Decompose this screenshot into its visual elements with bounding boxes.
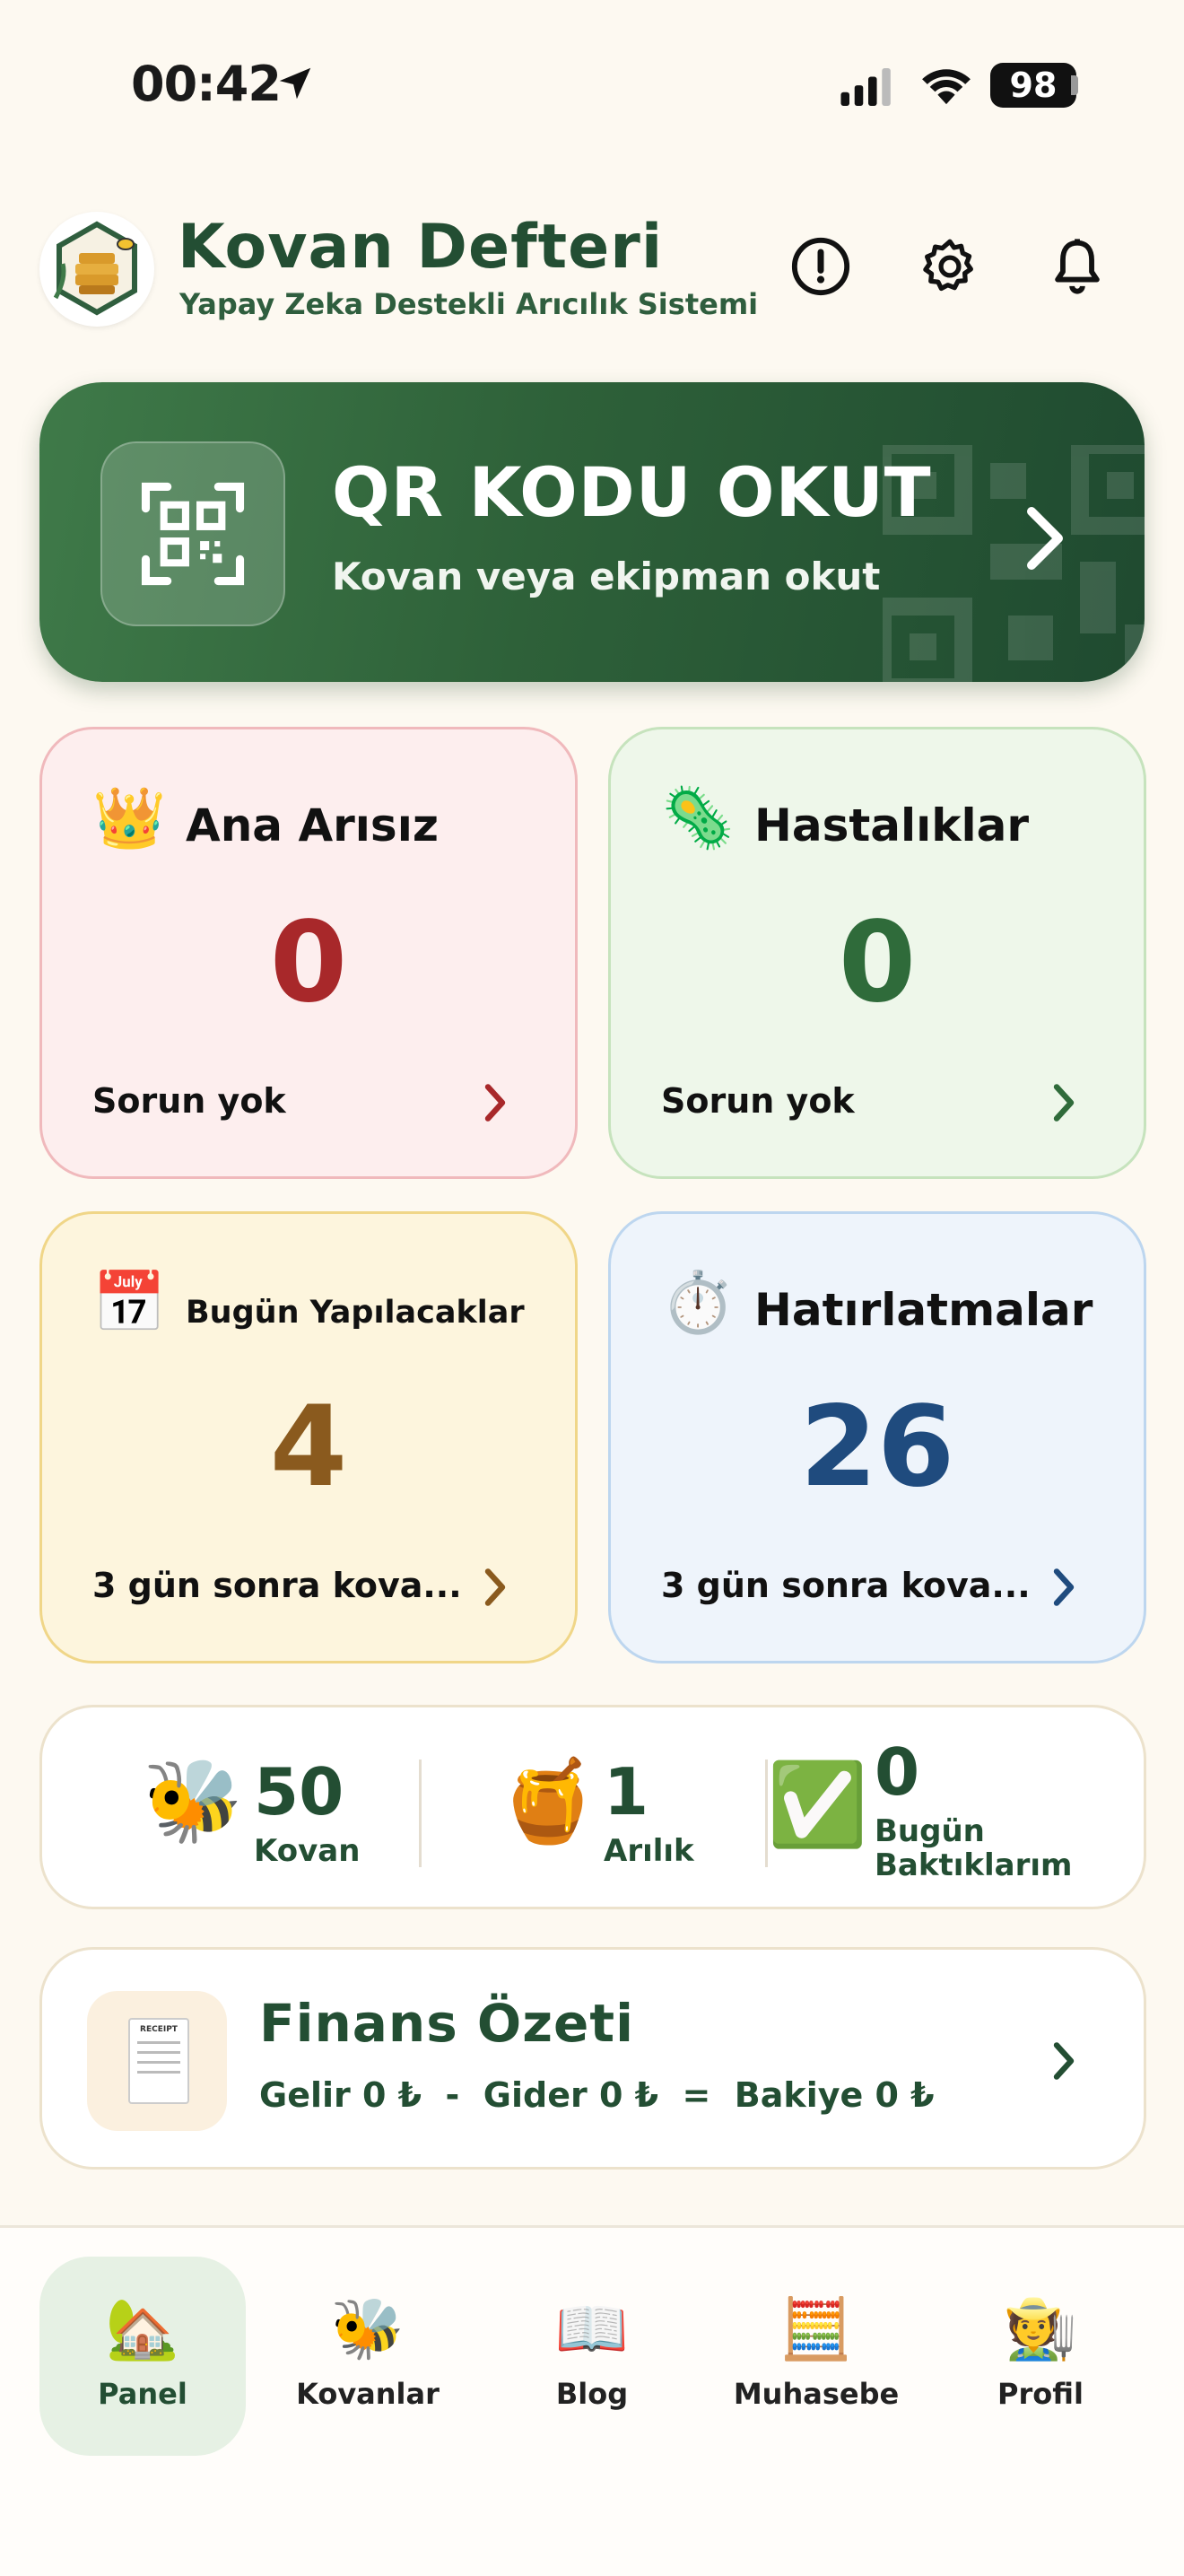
finance-balance-line: Gelir 0 ₺ - Gider 0 ₺ = Bakiye 0 ₺ <box>259 2075 935 2115</box>
chevron-right-icon <box>484 1568 506 1606</box>
check-mark-icon: ✅ <box>767 1758 868 1852</box>
qr-scan-icon-box <box>100 441 285 626</box>
card-today-value: 4 <box>269 1383 348 1512</box>
location-arrow-icon <box>279 67 311 100</box>
card-queenless-value: 0 <box>269 898 348 1027</box>
apiary-count-label: Arılık <box>604 1833 694 1869</box>
card-diseases-title: Hastalıklar <box>754 799 1030 851</box>
qr-banner-subtitle: Kovan veya ekipman okut <box>332 554 881 598</box>
farmer-icon: 🧑‍🌾 <box>1003 2294 1078 2363</box>
hive-count-label: Kovan <box>254 1833 361 1869</box>
card-today-title: Bugün Yapılacaklar <box>186 1295 525 1331</box>
crown-icon: 👑 <box>92 783 167 852</box>
app-subtitle: Yapay Zeka Destekli Arıcılık Sistemi <box>179 287 759 321</box>
tab-hives-label: Kovanlar <box>296 2377 440 2411</box>
card-queenless[interactable]: 👑 Ana Arısız 0 Sorun yok <box>39 727 578 1179</box>
calendar-icon: 📅 <box>92 1268 167 1337</box>
tab-panel-label: Panel <box>98 2377 187 2411</box>
bee-icon: 🐝 <box>143 1754 244 1848</box>
tab-panel[interactable]: 🏡 Panel <box>39 2257 246 2456</box>
tab-blog-label: Blog <box>555 2377 629 2411</box>
card-today-tasks[interactable]: 📅 Bugün Yapılacaklar 4 3 gün sonra kova.… <box>39 1211 578 1663</box>
checked-today-label-line2: Baktıklarım <box>875 1847 1073 1883</box>
receipt-line <box>137 2061 180 2064</box>
beehive-logo-icon <box>53 221 137 316</box>
card-queenless-footer: Sorun yok <box>92 1081 286 1121</box>
gear-icon[interactable] <box>918 235 981 298</box>
qr-code-icon <box>141 482 245 586</box>
bottom-tab-bar: 🏡 Panel 🐝 Kovanlar 📖 Blog 🧮 Muhasebe 🧑‍🌾… <box>0 2225 1184 2576</box>
tab-blog[interactable]: 📖 Blog <box>489 2257 695 2456</box>
honey-pot-icon: 🍯 <box>498 1754 599 1848</box>
battery-nub <box>1071 75 1078 95</box>
apiary-count: 1 <box>604 1754 649 1829</box>
status-time: 00:42 <box>131 56 282 112</box>
finance-title: Finans Özeti <box>259 1993 634 2054</box>
card-diseases-footer: Sorun yok <box>661 1081 855 1121</box>
summary-divider <box>419 1760 422 1867</box>
chevron-right-icon <box>1053 2042 1075 2080</box>
receipt-line <box>137 2041 180 2044</box>
card-diseases[interactable]: 🦠 Hastalıklar 0 Sorun yok <box>608 727 1146 1179</box>
abacus-icon: 🧮 <box>779 2294 854 2363</box>
wifi-icon <box>922 69 971 105</box>
chevron-right-icon <box>1053 1084 1075 1122</box>
tab-hives[interactable]: 🐝 Kovanlar <box>265 2257 471 2456</box>
app-logo <box>39 212 154 327</box>
battery-indicator: 98 <box>990 63 1076 108</box>
house-icon: 🏡 <box>105 2294 180 2363</box>
card-reminders-footer: 3 gün sonra kova... <box>661 1566 1031 1605</box>
tab-accounting-label: Muhasebe <box>733 2377 900 2411</box>
receipt-line <box>137 2051 180 2054</box>
card-queenless-title: Ana Arısız <box>186 799 439 851</box>
card-reminders-title: Hatırlatmalar <box>754 1284 1093 1336</box>
checked-today-label-line1: Bugün <box>875 1813 985 1849</box>
receipt-line <box>137 2071 180 2074</box>
alert-circle-icon[interactable] <box>789 235 852 298</box>
chevron-right-icon <box>484 1084 506 1122</box>
qr-scan-banner[interactable]: QR KODU OKUT Kovan veya ekipman okut <box>39 382 1145 682</box>
receipt-icon: RECEIPT <box>128 2018 189 2104</box>
finance-summary-card[interactable]: RECEIPT Finans Özeti Gelir 0 ₺ - Gider 0… <box>39 1947 1146 2170</box>
app-title: Kovan Defteri <box>178 212 664 283</box>
bell-icon[interactable] <box>1046 235 1109 298</box>
open-book-icon: 📖 <box>554 2294 630 2363</box>
microbe-icon: 🦠 <box>661 783 736 852</box>
chevron-right-icon <box>1027 507 1063 570</box>
tab-profile-label: Profil <box>997 2377 1084 2411</box>
card-today-footer: 3 gün sonra kova... <box>92 1566 462 1605</box>
bee-icon: 🐝 <box>330 2294 405 2363</box>
stopwatch-icon: ⏱️ <box>661 1268 736 1337</box>
summary-strip: 🐝 50 Kovan 🍯 1 Arılık ✅ 0 Bugün Baktıkla… <box>39 1705 1146 1909</box>
card-reminders-value: 26 <box>799 1383 955 1512</box>
tab-accounting[interactable]: 🧮 Muhasebe <box>713 2257 919 2456</box>
receipt-icon-label: RECEIPT <box>140 2025 178 2034</box>
chevron-right-icon <box>1053 1568 1075 1606</box>
card-diseases-value: 0 <box>838 898 917 1027</box>
tab-profile[interactable]: 🧑‍🌾 Profil <box>937 2257 1144 2456</box>
checked-today-count: 0 <box>875 1734 920 1810</box>
cellular-signal-icon <box>840 68 891 106</box>
qr-banner-title: QR KODU OKUT <box>332 452 932 532</box>
hive-count: 50 <box>254 1754 344 1829</box>
card-reminders[interactable]: ⏱️ Hatırlatmalar 26 3 gün sonra kova... <box>608 1211 1146 1663</box>
